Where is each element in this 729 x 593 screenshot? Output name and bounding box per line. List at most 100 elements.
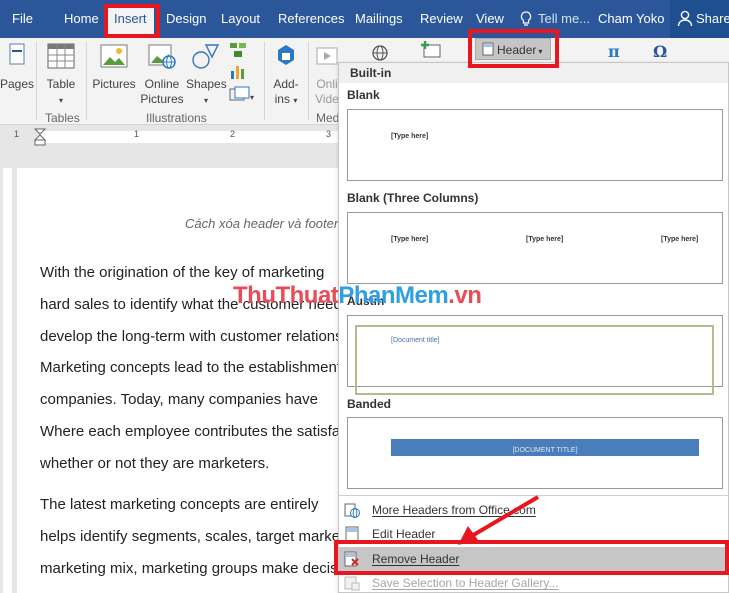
tab-file[interactable]: File <box>12 11 33 26</box>
gallery-item-label: Blank <box>347 88 380 102</box>
more-headers-menu-item[interactable]: More Headers from Office.com <box>339 498 728 522</box>
pictures-button[interactable]: Pictures <box>90 42 138 92</box>
table-button[interactable]: Table ▾ <box>42 42 80 108</box>
chart-icon[interactable] <box>229 62 247 85</box>
save-selection-icon <box>344 575 360 591</box>
body-text-line: marketing mix, marketing groups make dec… <box>40 560 366 577</box>
tell-me-search[interactable]: Tell me... <box>538 11 590 26</box>
picture-icon <box>90 42 138 74</box>
save-selection-label: Save Selection to Header Gallery... <box>372 576 559 590</box>
group-label-media: Med <box>316 111 340 125</box>
ribbon-separator <box>36 42 37 120</box>
body-text-line: companies. Today, many companies have <box>40 391 318 408</box>
tab-home[interactable]: Home <box>64 11 99 26</box>
ribbon-separator <box>86 42 87 120</box>
online-picture-icon <box>140 42 184 74</box>
pages-button[interactable]: Pages <box>0 42 34 92</box>
svg-text:▾: ▾ <box>250 93 254 102</box>
ruler-number: 1 <box>134 129 140 139</box>
shapes-button[interactable]: Shapes ▾ <box>186 42 227 108</box>
placeholder-text: [Type here] <box>391 133 429 140</box>
addins-label-2: ins <box>274 92 290 106</box>
pages-label: Pages <box>0 77 35 91</box>
group-label-illustrations: Illustrations <box>146 111 207 125</box>
office-online-icon <box>344 502 360 518</box>
body-text-line: helps identify segments, scales, target … <box>40 528 349 545</box>
body-text-line: whether or not they are marketers. <box>40 455 270 472</box>
edit-header-label: Edit Header <box>372 527 436 541</box>
header-button-highlight <box>468 29 559 68</box>
tab-design[interactable]: Design <box>166 11 206 26</box>
smartart-icon[interactable] <box>229 42 247 63</box>
tab-view[interactable]: View <box>476 11 504 26</box>
ribbon-separator <box>308 42 309 120</box>
placeholder-text: [Type here] <box>661 236 699 243</box>
placeholder-text: [DOCUMENT TITLE] <box>512 447 578 454</box>
body-text-line: develop the long-term with customer rela… <box>40 328 347 345</box>
ruler-margin <box>40 131 340 143</box>
table-label: Table <box>46 77 76 91</box>
svg-text:Ω: Ω <box>653 42 667 60</box>
svg-text:π: π <box>608 42 620 60</box>
ribbon-separator <box>264 42 265 120</box>
ruler-number: 3 <box>326 129 332 139</box>
watermark-part: ThuThuat <box>233 282 339 309</box>
ruler-number: 2 <box>230 129 236 139</box>
online-pictures-label-1: Online <box>144 77 180 91</box>
gallery-item-blank[interactable]: [Type here] <box>347 109 723 181</box>
vertical-ruler-margin <box>3 168 12 593</box>
ruler-number: 1 <box>14 129 20 139</box>
menu-separator <box>339 495 728 496</box>
online-video-label-1: Onli <box>316 77 338 91</box>
placeholder-text: [Type here] <box>391 236 429 243</box>
body-text-line: The latest marketing concepts are entire… <box>40 496 319 513</box>
header-caption: Cách xóa header và footer <box>185 216 339 231</box>
tab-review[interactable]: Review <box>420 11 463 26</box>
watermark-part: PhanMem <box>338 282 449 309</box>
group-label-tables: Tables <box>45 111 80 125</box>
austin-border <box>355 325 714 395</box>
share-button[interactable]: Share <box>670 0 729 38</box>
placeholder-text: [Type here] <box>526 236 564 243</box>
horizontal-ruler: 1 1 2 3 <box>0 126 340 148</box>
document-page[interactable]: Cách xóa header và footer With the origi… <box>17 168 372 593</box>
table-icon <box>42 42 80 74</box>
tab-references[interactable]: References <box>278 11 344 26</box>
pages-icon <box>0 42 34 74</box>
tab-mailings[interactable]: Mailings <box>355 11 403 26</box>
banded-bar: [DOCUMENT TITLE] <box>391 439 699 456</box>
remove-header-highlight <box>334 540 729 575</box>
body-text-line: Marketing concepts lead to the establish… <box>40 359 342 376</box>
placeholder-text: [Document title] <box>391 337 440 344</box>
chevron-down-icon: ▾ <box>203 96 208 105</box>
header-gallery-dropdown: Built-in Blank [Type here] Blank (Three … <box>338 62 729 593</box>
online-video-label-2: Vide <box>315 92 339 106</box>
screenshot-icon[interactable]: ▾ <box>229 86 255 107</box>
vertical-ruler <box>0 148 14 593</box>
tab-layout[interactable]: Layout <box>221 11 260 26</box>
online-pictures-button[interactable]: Online Pictures <box>140 42 184 107</box>
user-name[interactable]: Cham Yoko <box>598 11 665 26</box>
indent-marker-icon[interactable] <box>33 128 47 151</box>
insert-tab-highlight <box>104 4 160 38</box>
addins-label-1: Add- <box>273 77 299 91</box>
gallery-item-banded[interactable]: [DOCUMENT TITLE] <box>347 417 723 489</box>
gallery-item-label: Blank (Three Columns) <box>347 191 479 205</box>
pictures-label: Pictures <box>92 77 136 91</box>
online-pictures-label-2: Pictures <box>140 92 184 106</box>
addins-icon <box>268 42 304 74</box>
gallery-item-austin[interactable]: [Document title] <box>347 315 723 395</box>
gallery-item-label: Banded <box>347 397 392 411</box>
watermark-logo: ThuThuatPhanMem.vn <box>233 282 482 310</box>
shapes-label: Shapes <box>186 77 227 91</box>
body-text-line: Where each employee contributes the sati… <box>40 423 372 440</box>
body-text-line: With the origination of the key of marke… <box>40 264 325 281</box>
watermark-part: .vn <box>448 282 482 309</box>
person-icon <box>677 9 693 27</box>
share-label: Share <box>696 11 729 26</box>
gallery-item-blank-three-columns[interactable]: [Type here] [Type here] [Type here] <box>347 212 723 284</box>
addins-button[interactable]: Add- ins ▾ <box>268 42 304 108</box>
chevron-down-icon: ▾ <box>293 96 298 105</box>
shapes-icon <box>186 42 226 74</box>
more-headers-label: More Headers from Office.com <box>372 503 536 517</box>
